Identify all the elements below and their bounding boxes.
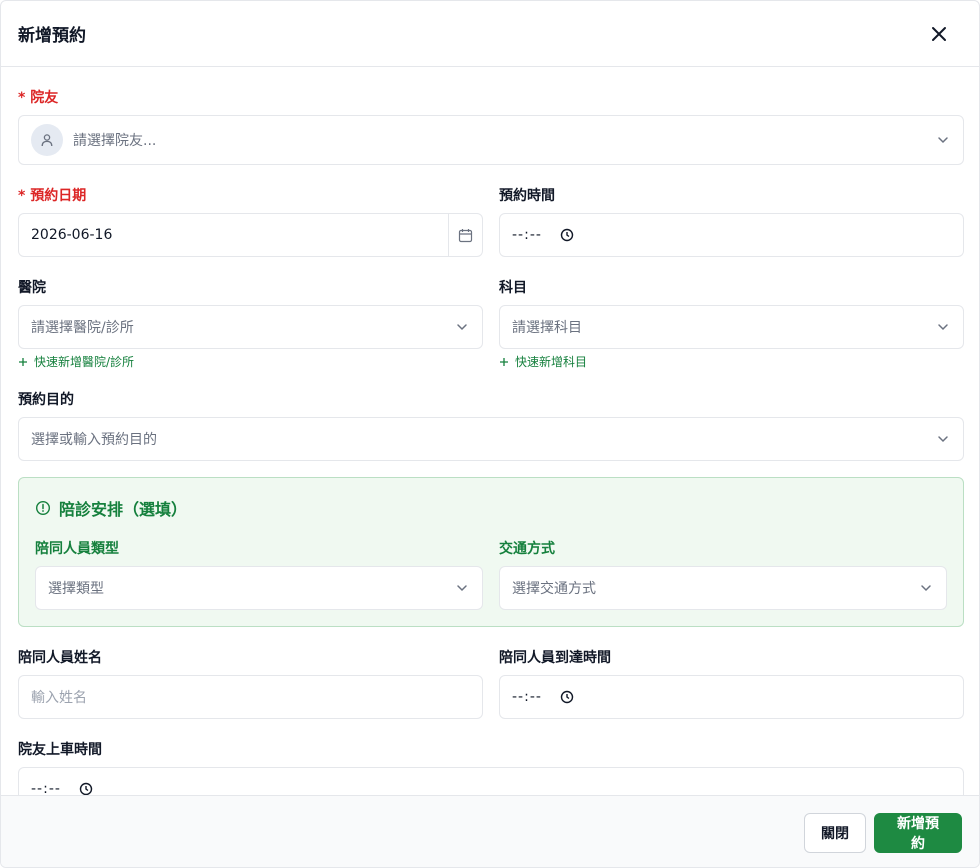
escort-type-placeholder: 選擇類型 — [48, 581, 104, 597]
resident-label: * 院友 — [18, 90, 59, 106]
chevron-down-icon — [935, 132, 951, 148]
boarding-value: --:-- — [31, 781, 61, 795]
boarding-input[interactable]: --:-- — [18, 767, 964, 795]
clock-icon[interactable] — [560, 228, 574, 242]
transport-label: 交通方式 — [499, 541, 555, 557]
chevron-down-icon — [918, 580, 934, 596]
clock-icon[interactable] — [560, 690, 574, 704]
quick-add-department-label: 快速新增科目 — [515, 355, 588, 369]
quick-add-hospital-label: 快速新增醫院/診所 — [34, 355, 135, 369]
escort-arrival-value: --:-- — [512, 689, 542, 705]
department-placeholder: 請選擇科目 — [512, 320, 582, 336]
time-input[interactable]: --:-- — [499, 213, 964, 257]
time-value: --:-- — [512, 227, 542, 243]
dialog-title: 新增預約 — [18, 26, 86, 46]
chevron-down-icon — [454, 580, 470, 596]
close-button[interactable] — [924, 19, 954, 49]
escort-arrival-label: 陪同人員到達時間 — [499, 650, 611, 666]
quick-add-hospital-link[interactable]: 快速新增醫院/診所 — [18, 353, 134, 370]
department-label: 科目 — [499, 280, 527, 296]
calendar-icon — [458, 228, 473, 242]
escort-type-select[interactable]: 選擇類型 — [35, 566, 483, 610]
clock-icon[interactable] — [79, 782, 93, 795]
purpose-select[interactable]: 選擇或輸入預約目的 — [18, 417, 964, 461]
chevron-down-icon — [935, 319, 951, 335]
transport-placeholder: 選擇交通方式 — [512, 581, 596, 597]
resident-placeholder: 請選擇院友... — [73, 133, 157, 149]
close-dialog-button[interactable]: 關閉 — [804, 812, 866, 853]
dialog-body: * 院友 請選擇院友... * 預約日期 2026-06-16 預約時間 --:… — [1, 67, 979, 795]
resident-select[interactable]: 請選擇院友... — [18, 115, 964, 165]
escort-title-text: 陪診安排（選填） — [59, 500, 188, 519]
hospital-label: 醫院 — [18, 280, 46, 296]
submit-appointment-button[interactable]: 新增預約 — [874, 812, 962, 853]
date-input[interactable]: 2026-06-16 — [18, 213, 483, 257]
hospital-placeholder: 請選擇醫院/診所 — [31, 320, 134, 336]
calendar-button[interactable] — [448, 214, 482, 256]
plus-icon — [500, 357, 508, 366]
quick-add-department-link[interactable]: 快速新增科目 — [499, 353, 587, 370]
close-icon — [932, 26, 946, 41]
date-value: 2026-06-16 — [31, 227, 113, 243]
dialog-header: 新增預約 — [1, 1, 979, 67]
escort-arrival-input[interactable]: --:-- — [499, 675, 964, 719]
user-icon — [41, 134, 53, 147]
department-select[interactable]: 請選擇科目 — [499, 305, 964, 349]
escort-type-label: 陪同人員類型 — [35, 541, 119, 557]
dialog-footer: 關閉 新增預約 — [1, 795, 979, 867]
escort-title: 陪診安排（選填） — [35, 496, 187, 520]
date-label: * 預約日期 — [18, 188, 87, 204]
plus-icon — [19, 357, 27, 366]
escort-name-input[interactable]: 輸入姓名 — [18, 675, 483, 719]
escort-name-placeholder: 輸入姓名 — [31, 690, 87, 706]
transport-select[interactable]: 選擇交通方式 — [499, 566, 947, 610]
purpose-placeholder: 選擇或輸入預約目的 — [31, 432, 157, 448]
info-circle-icon — [35, 500, 51, 516]
escort-section: 陪診安排（選填） 陪同人員類型 選擇類型 交通方式 選擇交通方式 — [18, 477, 964, 627]
time-label: 預約時間 — [499, 188, 555, 204]
chevron-down-icon — [454, 319, 470, 335]
boarding-label: 院友上車時間 — [18, 742, 102, 758]
add-appointment-dialog: 新增預約 * 院友 請選擇院友... * 預約日期 2026-06-16 預約時… — [0, 0, 980, 868]
escort-name-label: 陪同人員姓名 — [18, 650, 102, 666]
hospital-select[interactable]: 請選擇醫院/診所 — [18, 305, 483, 349]
chevron-down-icon — [935, 431, 951, 447]
purpose-label: 預約目的 — [18, 392, 74, 408]
user-avatar — [31, 124, 63, 156]
